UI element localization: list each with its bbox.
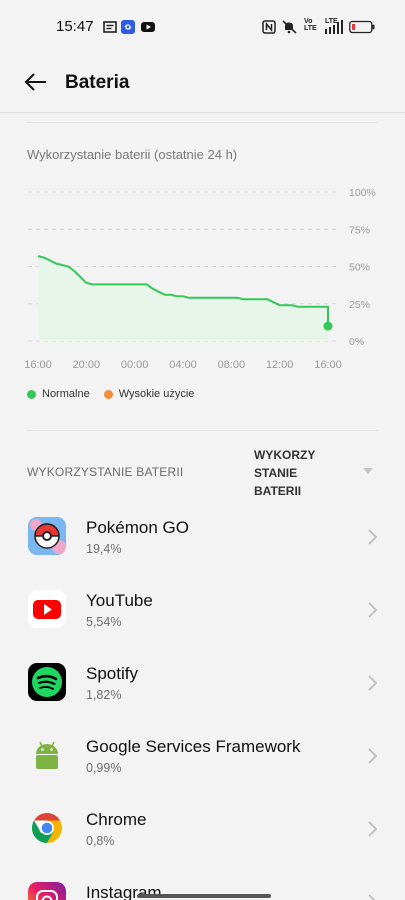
chevron-right-icon xyxy=(368,748,378,764)
usage-section-header: WYKORZYSTANIE BATERII xyxy=(27,465,184,479)
chevron-right-icon xyxy=(368,821,378,837)
x-tick-label: 16:00 xyxy=(314,359,342,371)
y-axis-labels: 100% 75% 50% 25% 0% xyxy=(349,187,376,348)
list-item[interactable]: YouTube 5,54% xyxy=(0,573,405,646)
x-tick-label: 08:00 xyxy=(218,359,246,371)
signal-icon xyxy=(325,20,343,34)
x-tick-label: 04:00 xyxy=(169,359,197,371)
instagram-icon xyxy=(28,882,66,900)
usage-area xyxy=(38,256,328,341)
arrow-left-icon xyxy=(24,73,46,91)
section-divider xyxy=(27,430,378,431)
app-name: Spotify xyxy=(86,664,138,683)
chevron-down-icon[interactable] xyxy=(363,468,373,474)
y-tick-label: 0% xyxy=(349,336,364,348)
legend-normal: Normalne xyxy=(27,388,90,400)
page-title: Bateria xyxy=(65,72,130,93)
volte-label: Vo LTE xyxy=(304,18,317,32)
x-tick-label: 12:00 xyxy=(266,359,294,371)
app-usage-percent: 19,4% xyxy=(86,542,122,556)
battery-low-icon xyxy=(349,20,375,34)
app-usage-percent: 0,99% xyxy=(86,761,122,775)
chart-legend: Normalne Wysokie użycie xyxy=(27,388,208,400)
youtube-icon xyxy=(28,590,66,628)
list-item[interactable]: Chrome 0,8% xyxy=(0,792,405,865)
list-item[interactable]: Google Services Framework 0,99% xyxy=(0,719,405,792)
list-item[interactable]: Spotify 1,82% xyxy=(0,646,405,719)
x-tick-label: 20:00 xyxy=(73,359,101,371)
link-app-icon xyxy=(121,20,135,34)
app-name: Pokémon GO xyxy=(86,518,189,537)
app-name: YouTube xyxy=(86,591,153,610)
section-divider xyxy=(27,122,378,123)
back-button[interactable] xyxy=(18,68,54,96)
x-axis-labels: 16:00 20:00 00:00 04:00 08:00 12:00 16:00 xyxy=(24,359,342,371)
pokemon-go-icon xyxy=(28,517,66,555)
chevron-right-icon xyxy=(368,675,378,691)
x-tick-label: 16:00 xyxy=(24,359,52,371)
app-bar: Bateria xyxy=(0,52,405,112)
navigation-handle[interactable] xyxy=(137,894,271,898)
y-tick-label: 75% xyxy=(349,224,370,236)
chrome-icon xyxy=(28,809,66,847)
legend-label-normal: Normalne xyxy=(42,388,90,400)
app-usage-percent: 0,8% xyxy=(86,834,115,848)
mute-icon xyxy=(282,20,297,34)
legend-dot-normal xyxy=(27,389,36,399)
y-tick-label: 50% xyxy=(349,262,370,274)
chevron-right-icon xyxy=(368,529,378,545)
app-name: Chrome xyxy=(86,810,147,829)
sort-dropdown[interactable]: WYKORZY STANIE BATERII xyxy=(254,446,334,500)
list-item[interactable]: Pokémon GO 19,4% xyxy=(0,500,405,573)
app-name: Google Services Framework xyxy=(86,737,301,756)
android-icon xyxy=(28,736,66,774)
current-level-point xyxy=(323,321,333,331)
appbar-divider xyxy=(0,112,405,113)
battery-usage-chart: 100% 75% 50% 25% 0% 16:00 20:00 00:00 04:00 08:0… xyxy=(24,187,376,371)
youtube-notification-icon xyxy=(141,22,155,32)
chevron-right-icon xyxy=(368,602,378,618)
y-tick-label: 100% xyxy=(349,187,376,199)
legend-label-high: Wysokie użycie xyxy=(118,388,195,400)
status-time: 15:47 xyxy=(56,18,94,35)
x-tick-label: 00:00 xyxy=(121,359,149,371)
spotify-icon xyxy=(28,663,66,701)
app-usage-percent: 1,82% xyxy=(86,688,122,702)
app-usage-percent: 5,54% xyxy=(86,615,122,629)
legend-high-usage: Wysokie użycie xyxy=(103,388,195,400)
y-tick-label: 25% xyxy=(349,299,370,311)
chart-section-title: Wykorzystanie baterii (ostatnie 24 h) xyxy=(27,147,238,162)
notification-icon xyxy=(103,21,117,33)
status-bar: 15:47 Vo LTE LTE xyxy=(0,0,405,52)
nfc-icon xyxy=(262,20,276,34)
chevron-right-icon xyxy=(368,894,376,900)
legend-dot-high xyxy=(103,389,113,399)
